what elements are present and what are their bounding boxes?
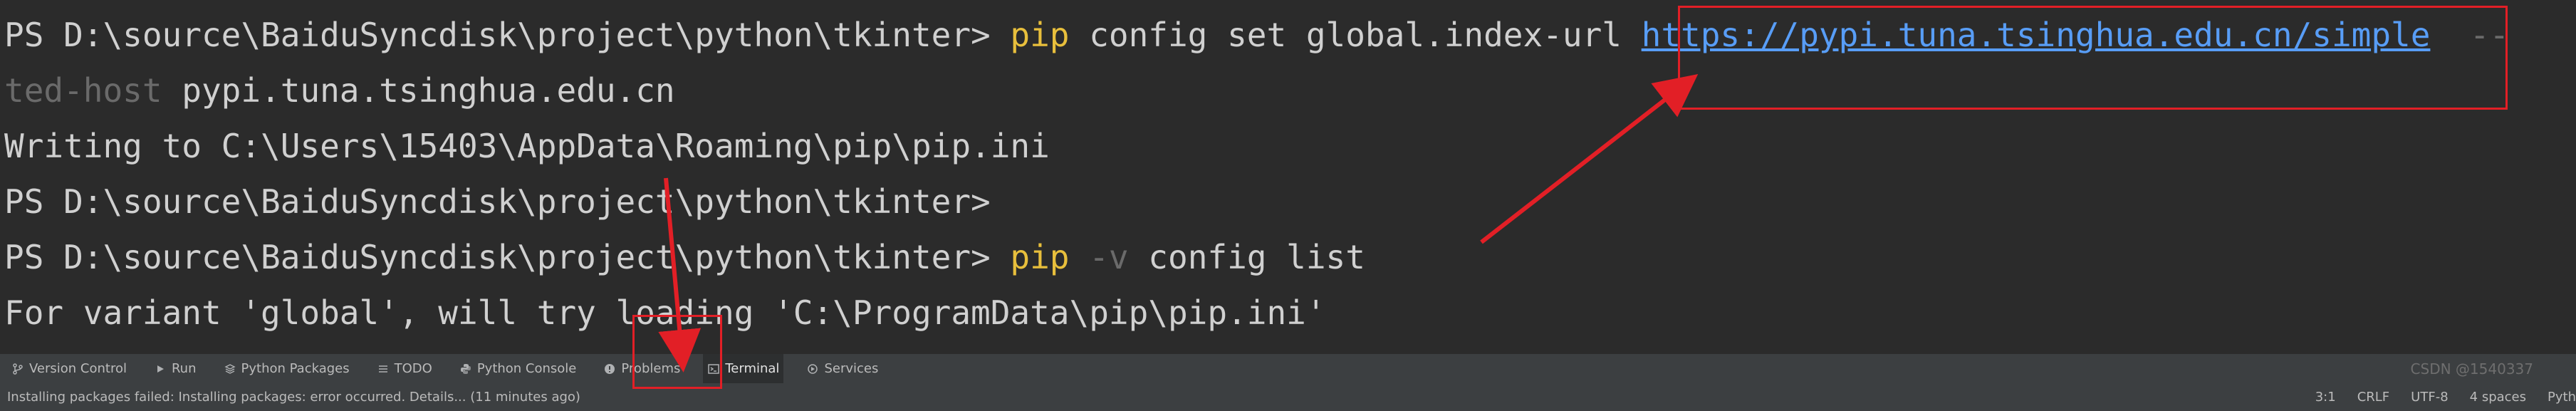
prompt: PS D:\source\BaiduSyncdisk\project\pytho… bbox=[4, 182, 991, 221]
prompt: PS D:\source\BaiduSyncdisk\project\pytho… bbox=[4, 16, 1011, 54]
list-icon bbox=[377, 363, 390, 375]
tool-python-packages[interactable]: Python Packages bbox=[219, 354, 354, 384]
branch-icon bbox=[11, 363, 24, 375]
annotation-box-url bbox=[1678, 6, 2508, 110]
line-separator[interactable]: CRLF bbox=[2357, 383, 2389, 411]
terminal-line-5: PS D:\source\BaiduSyncdisk\project\pytho… bbox=[4, 232, 1365, 282]
terminal-line-3: Writing to C:\Users\15403\AppData\Roamin… bbox=[4, 121, 1050, 171]
file-encoding[interactable]: UTF-8 bbox=[2411, 383, 2448, 411]
status-widgets: 3:1 CRLF UTF-8 4 spaces Pyth bbox=[2294, 383, 2576, 411]
services-icon bbox=[806, 363, 819, 375]
terminal-line-4: PS D:\source\BaiduSyncdisk\project\pytho… bbox=[4, 177, 991, 227]
tool-services[interactable]: Services bbox=[802, 354, 882, 384]
status-message[interactable]: Installing packages failed: Installing p… bbox=[7, 390, 580, 405]
tool-label: Services bbox=[824, 361, 879, 376]
terminal-line-2: ted-host pypi.tuna.tsinghua.edu.cn bbox=[4, 66, 675, 115]
tool-label: Python Packages bbox=[241, 361, 350, 376]
tool-version-control[interactable]: Version Control bbox=[7, 354, 131, 384]
command-flag: -v bbox=[1069, 238, 1129, 276]
watermark: CSDN @1540337 bbox=[2410, 360, 2533, 378]
trusted-host-value: pypi.tuna.tsinghua.edu.cn bbox=[162, 71, 675, 110]
command-args: config list bbox=[1128, 238, 1365, 276]
prompt: PS D:\source\BaiduSyncdisk\project\pytho… bbox=[4, 238, 1011, 276]
info-icon bbox=[603, 363, 616, 375]
tool-label: Version Control bbox=[29, 361, 127, 376]
command-args: config set global.index-url bbox=[1069, 16, 1642, 54]
status-bar: Installing packages failed: Installing p… bbox=[0, 383, 2576, 411]
python-icon bbox=[459, 363, 472, 375]
tool-label: Run bbox=[171, 361, 197, 376]
tool-todo[interactable]: TODO bbox=[372, 354, 437, 384]
play-icon bbox=[154, 363, 167, 375]
tool-label: TODO bbox=[394, 361, 432, 376]
tool-run[interactable]: Run bbox=[150, 354, 201, 384]
command-pip: pip bbox=[1010, 16, 1070, 54]
indent-setting[interactable]: 4 spaces bbox=[2470, 383, 2526, 411]
interpreter-label[interactable]: Pyth bbox=[2548, 383, 2576, 411]
tool-label: Terminal bbox=[725, 361, 780, 376]
layers-icon bbox=[224, 363, 236, 375]
output-text: Writing to C:\Users\15403\AppData\Roamin… bbox=[4, 127, 1050, 165]
tool-python-console[interactable]: Python Console bbox=[455, 354, 581, 384]
tool-label: Python Console bbox=[476, 361, 577, 376]
wrapped-continuation: ted-host bbox=[4, 71, 162, 110]
annotation-box-terminal-tab bbox=[632, 315, 722, 389]
caret-position[interactable]: 3:1 bbox=[2315, 383, 2336, 411]
command-pip: pip bbox=[1010, 238, 1070, 276]
tool-window-bar: Version Control Run Python Packages TODO… bbox=[0, 353, 2576, 384]
